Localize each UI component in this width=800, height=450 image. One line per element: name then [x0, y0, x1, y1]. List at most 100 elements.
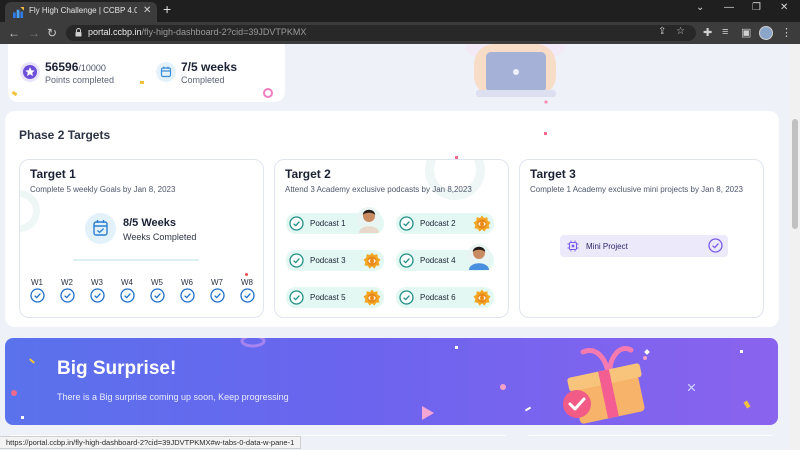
mini-project-item[interactable]: Mini Project: [560, 235, 728, 257]
confetti-decoration: [11, 390, 17, 396]
week-item: W2: [59, 278, 75, 303]
confetti-decoration: [21, 416, 24, 419]
code-badge-icon: [473, 215, 491, 232]
podcast-label: Podcast 6: [420, 293, 456, 302]
weeks-divider: [73, 259, 199, 261]
points-value: 56596/10000: [45, 60, 106, 74]
tab-close-icon[interactable]: ✕: [143, 5, 151, 16]
confetti-decoration: [544, 132, 547, 135]
url-text: portal.ccbp.in/fly-high-dashboard-2?cid=…: [88, 27, 307, 37]
calendar-icon: [156, 62, 176, 82]
week-label: W7: [211, 278, 223, 287]
weeks-label: Completed: [181, 75, 225, 85]
podcast-label: Podcast 5: [310, 293, 346, 302]
browser-menu-icon[interactable]: ⋮: [781, 26, 792, 39]
week-check-icon: [89, 288, 105, 303]
check-circle-icon: [399, 290, 414, 305]
week-item: W3: [89, 278, 105, 303]
week-check-icon: [239, 288, 255, 303]
week-item: W6: [179, 278, 195, 303]
confetti-decoration: [687, 378, 696, 392]
lock-icon: [75, 28, 82, 37]
week-label: W5: [151, 278, 163, 287]
podcast-item[interactable]: Podcast 1: [286, 207, 384, 234]
target-card-2: Target 2 Attend 3 Academy exclusive podc…: [274, 159, 509, 318]
stats-card: 56596/10000 Points completed 7/5 weeks C…: [8, 44, 285, 102]
week-item: W8: [239, 278, 255, 303]
browser-toolbar: ← → ↻ portal.ccbp.in/fly-high-dashboard-…: [0, 22, 800, 44]
notification-dot: [245, 273, 248, 276]
podcast-label: Podcast 4: [420, 256, 456, 265]
check-circle-icon: [289, 290, 304, 305]
week-item: W7: [209, 278, 225, 303]
confetti-decoration: [29, 358, 35, 364]
speaker-avatar: [357, 207, 381, 233]
confetti-decoration: [500, 384, 506, 390]
podcast-item[interactable]: Podcast 2: [396, 213, 494, 234]
confetti-decoration: [263, 88, 273, 98]
week-check-icon: [149, 288, 165, 303]
big-surprise-banner: Big Surprise! There is a Big surprise co…: [5, 338, 778, 425]
confetti-decoration: [140, 81, 144, 84]
confetti-decoration: [740, 350, 743, 353]
podcast-label: Podcast 2: [420, 219, 456, 228]
banner-subtitle: There is a Big surprise coming up soon, …: [57, 392, 289, 402]
target-title: Target 2: [285, 167, 331, 181]
week-label: W3: [91, 278, 103, 287]
podcast-item[interactable]: Podcast 6: [396, 287, 494, 308]
podcast-item[interactable]: Podcast 5: [286, 287, 384, 308]
reload-icon[interactable]: ↻: [47, 26, 57, 40]
week-check-icon: [119, 288, 135, 303]
chip-icon: [567, 240, 579, 252]
browser-tab[interactable]: Fly High Challenge | CCBP 4.0 | N ✕: [5, 2, 157, 22]
address-bar[interactable]: portal.ccbp.in/fly-high-dashboard-2?cid=…: [66, 25, 696, 41]
target-card-1: Target 1 Complete 5 weekly Goals by Jan …: [19, 159, 264, 318]
code-badge-icon: [473, 289, 491, 306]
scrollbar-thumb[interactable]: [792, 119, 798, 229]
back-arrow-icon[interactable]: ←: [8, 26, 20, 40]
confetti-decoration: [743, 400, 751, 409]
target-description: Complete 5 weekly Goals by Jan 8, 2023: [30, 185, 176, 194]
week-check-icon: [179, 288, 195, 303]
side-panel-icon[interactable]: ▣: [741, 26, 751, 39]
week-label: W1: [31, 278, 43, 287]
extensions-puzzle-icon[interactable]: ✚: [703, 26, 712, 39]
weeks-progress-value: 8/5 Weeks: [123, 217, 177, 229]
target-description: Attend 3 Academy exclusive podcasts by J…: [285, 185, 472, 194]
week-label: W8: [241, 278, 253, 287]
window-close-icon[interactable]: ✕: [780, 2, 788, 13]
laptop-illustration-image: [465, 44, 565, 104]
points-label: Points completed: [45, 75, 115, 85]
podcast-item[interactable]: Podcast 4: [396, 244, 494, 271]
podcast-item[interactable]: Podcast 3: [286, 250, 384, 271]
restore-icon[interactable]: ❐: [752, 2, 761, 13]
check-circle-icon: [708, 238, 723, 253]
link-status-tooltip: https://portal.ccbp.in/fly-high-dashboar…: [0, 436, 302, 449]
minimize-icon[interactable]: —: [724, 2, 734, 13]
banner-title: Big Surprise!: [57, 358, 177, 379]
share-icon[interactable]: ⇪: [658, 26, 666, 37]
week-item: W5: [149, 278, 165, 303]
code-badge-icon: [363, 289, 381, 306]
phase-targets-card: Phase 2 Targets Target 1 Complete 5 week…: [5, 111, 779, 327]
bookmark-star-icon[interactable]: ☆: [676, 26, 685, 37]
calendar-check-icon: [85, 213, 116, 244]
forward-arrow-icon[interactable]: →: [28, 26, 40, 40]
bottom-card-right: [523, 435, 778, 436]
week-check-icon: [59, 288, 75, 303]
week-label: W2: [61, 278, 73, 287]
tab-search-chevron-icon[interactable]: ⌄: [696, 2, 704, 13]
confetti-decoration: [455, 346, 458, 349]
profile-avatar[interactable]: [759, 26, 773, 40]
week-label: W6: [181, 278, 193, 287]
week-item: W4: [119, 278, 135, 303]
target-title: Target 1: [30, 167, 76, 181]
new-tab-icon[interactable]: +: [163, 1, 171, 17]
check-circle-icon: [289, 216, 304, 231]
confetti-decoration: [524, 406, 532, 412]
check-circle-icon: [399, 216, 414, 231]
media-control-icon[interactable]: ≡: [722, 26, 728, 38]
ring-confetti-decoration: [240, 338, 266, 348]
page-scrollbar[interactable]: [790, 44, 800, 450]
weeks-value: 7/5 weeks: [181, 60, 238, 74]
